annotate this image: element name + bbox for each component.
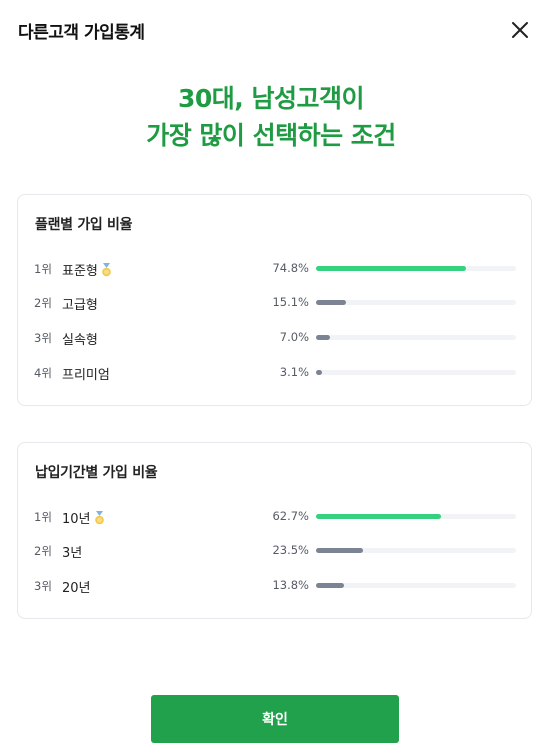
progress-track: [316, 583, 516, 588]
option-label: 10년: [62, 508, 105, 527]
progress-fill: [316, 583, 344, 588]
ratio-row: 4위 프리미엄 3.1%: [18, 363, 533, 383]
close-button[interactable]: [506, 16, 534, 44]
option-label: 프리미엄: [62, 364, 110, 383]
progress-fill: [316, 266, 466, 271]
medal-icon: [94, 510, 104, 524]
rank-label: 1위: [34, 510, 52, 524]
rank-label: 1위: [34, 262, 52, 276]
rank-label: 2위: [34, 296, 52, 310]
progress-track: [316, 548, 516, 553]
option-label-text: 실속형: [62, 333, 98, 348]
progress-fill: [316, 300, 347, 305]
option-label-text: 고급형: [62, 298, 98, 313]
ratio-row: 2위 3년 23.5%: [18, 541, 533, 561]
confirm-button[interactable]: 확인: [151, 695, 399, 743]
plan-ratio-card: 플랜별 가입 비율 1위 표준형 74.8% 2위 고급형 15.1% 3위 실속형 7.0% 4…: [17, 194, 532, 406]
ratio-row: 2위 고급형 15.1%: [18, 293, 533, 313]
close-icon: [512, 22, 528, 38]
percent-value: 74.8%: [272, 261, 309, 275]
ratio-row: 1위 표준형 74.8%: [18, 259, 533, 279]
option-label: 표준형: [62, 260, 112, 279]
rank-label: 3위: [34, 331, 52, 345]
option-label-text: 3년: [62, 546, 83, 561]
progress-track: [316, 266, 516, 271]
percent-value: 13.8%: [272, 578, 309, 592]
headline-line-2: 가장 많이 선택하는 조건: [146, 121, 396, 150]
ratio-row: 1위 10년 62.7%: [18, 507, 533, 527]
modal-header: 다른고객 가입통계: [0, 0, 542, 62]
percent-value: 23.5%: [272, 543, 309, 557]
medal-icon: [102, 262, 111, 276]
headline: 30대, 남성고객이 가장 많이 선택하는 조건: [0, 80, 542, 154]
percent-value: 7.0%: [279, 330, 309, 344]
headline-line-1: 30대, 남성고객이: [178, 84, 365, 113]
progress-track: [316, 370, 516, 375]
progress-track: [316, 300, 516, 305]
rank-label: 3위: [34, 579, 52, 593]
progress-track: [316, 514, 516, 519]
modal-title: 다른고객 가입통계: [18, 23, 145, 43]
percent-value: 15.1%: [272, 295, 309, 309]
card-title: 납입기간별 가입 비율: [35, 465, 158, 481]
progress-fill: [316, 548, 363, 553]
payment-period-ratio-card: 납입기간별 가입 비율 1위 10년 62.7% 2위 3년 23.5% 3위 20년 13.8…: [17, 442, 532, 619]
percent-value: 62.7%: [272, 509, 309, 523]
option-label-text: 표준형: [62, 264, 98, 279]
option-label: 실속형: [62, 329, 98, 348]
option-label: 고급형: [62, 294, 98, 313]
ratio-row: 3위 20년 13.8%: [18, 576, 533, 596]
option-label-text: 20년: [62, 581, 91, 596]
option-label: 20년: [62, 577, 91, 596]
option-label-text: 10년: [62, 512, 91, 527]
progress-fill: [316, 514, 442, 519]
option-label-text: 프리미엄: [62, 368, 110, 383]
rank-label: 2위: [34, 544, 52, 558]
progress-fill: [316, 370, 323, 375]
progress-fill: [316, 335, 330, 340]
rank-label: 4위: [34, 366, 52, 380]
card-title: 플랜별 가입 비율: [35, 217, 133, 233]
ratio-row: 3위 실속형 7.0%: [18, 328, 533, 348]
percent-value: 3.1%: [279, 365, 309, 379]
option-label: 3년: [62, 542, 82, 561]
progress-track: [316, 335, 516, 340]
